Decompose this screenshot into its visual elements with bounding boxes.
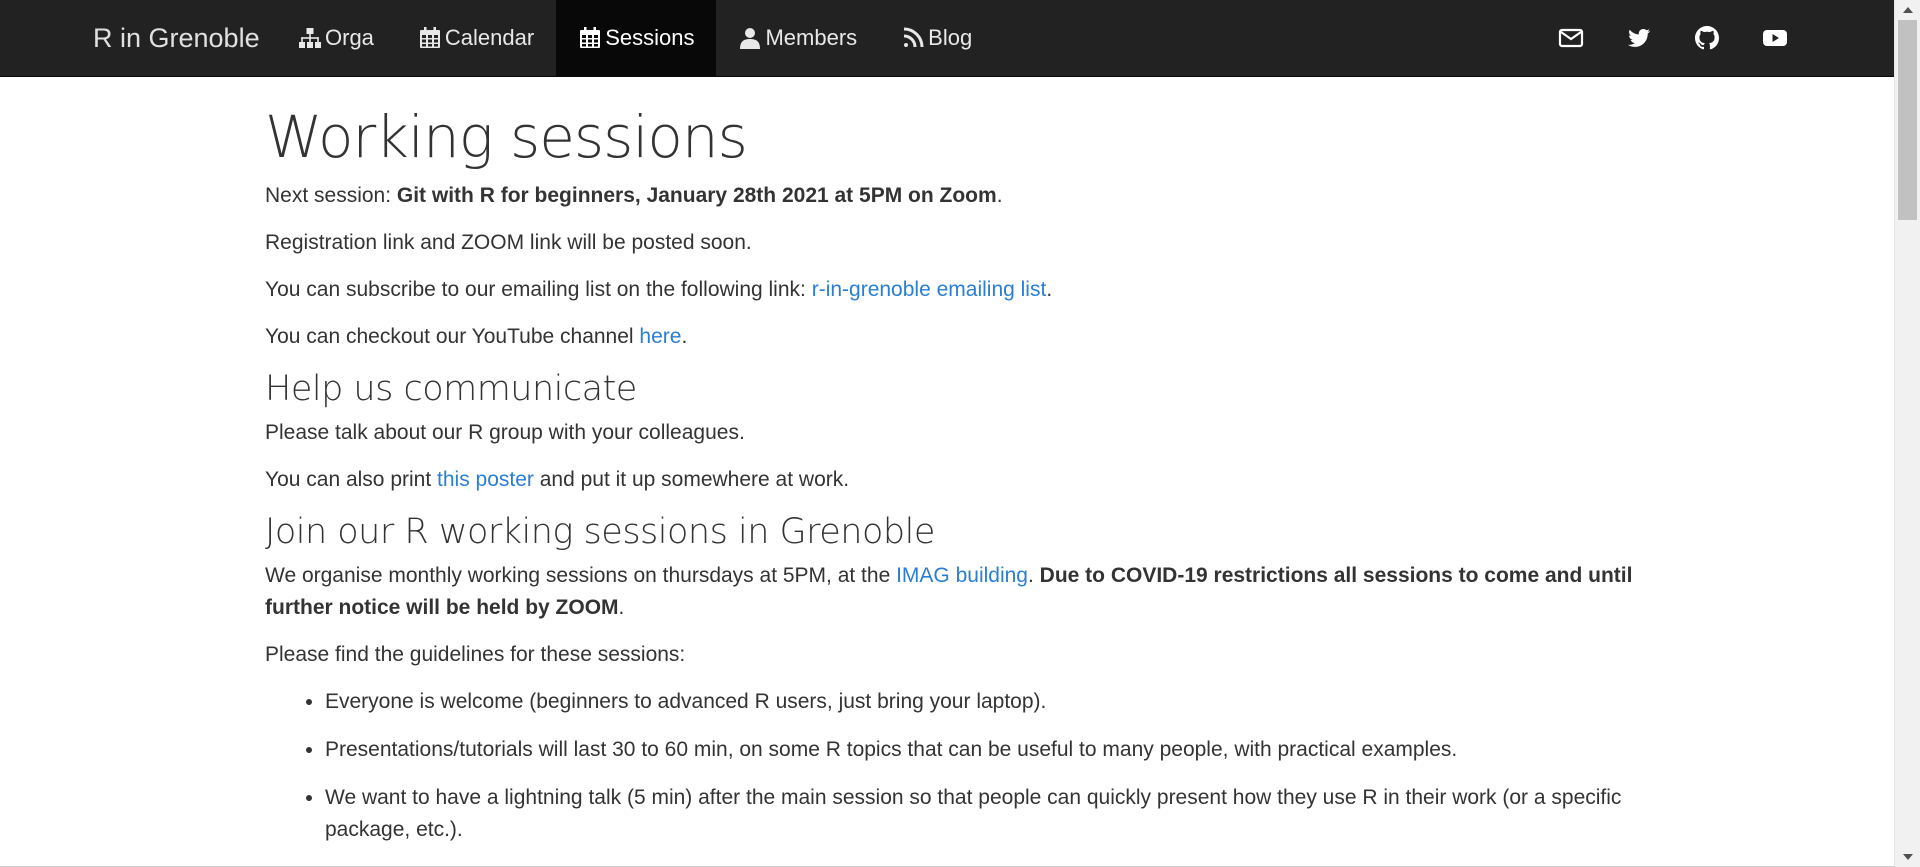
section-heading-communicate: Help us communicate xyxy=(265,369,637,409)
join-paragraph: We organise monthly working sessions on … xyxy=(265,560,1635,624)
envelope-icon[interactable] xyxy=(1537,0,1605,76)
section-heading-join: Join our R working sessions in Grenoble xyxy=(265,512,935,552)
list-item: We want to have a lightning talk (5 min)… xyxy=(325,782,1635,846)
youtube-text: You can checkout our YouTube channel xyxy=(265,325,640,348)
communicate-paragraph-1: Please talk about our R group with your … xyxy=(265,421,745,444)
main-nav: Orga Calendar Sessions Members Blog xyxy=(276,0,994,76)
scroll-up-arrow-icon[interactable] xyxy=(1895,0,1920,20)
poster-link[interactable]: this poster xyxy=(437,468,534,491)
list-item: Everyone is welcome (beginners to advanc… xyxy=(325,686,1635,718)
registration-paragraph: Registration link and ZOOM link will be … xyxy=(265,231,752,254)
rss-icon xyxy=(901,26,925,50)
subscribe-text: You can subscribe to our emailing list o… xyxy=(265,278,812,301)
subscribe-suffix: . xyxy=(1046,278,1053,301)
youtube-icon[interactable] xyxy=(1741,0,1809,76)
github-icon[interactable] xyxy=(1673,0,1741,76)
poster-text: You can also print xyxy=(265,468,438,491)
youtube-suffix: . xyxy=(681,325,688,348)
guidelines-list: Everyone is welcome (beginners to advanc… xyxy=(265,686,1635,846)
emailing-list-link[interactable]: r-in-grenoble emailing list xyxy=(812,278,1047,301)
calendar-icon xyxy=(418,26,442,50)
nav-item-blog[interactable]: Blog xyxy=(879,0,994,76)
nav-item-label: Members xyxy=(765,25,858,50)
vertical-scrollbar[interactable] xyxy=(1894,0,1920,867)
nav-item-label: Blog xyxy=(928,25,973,50)
top-navbar: R in Grenoble Orga Calendar Sessions Mem… xyxy=(0,0,1895,77)
nav-item-calendar[interactable]: Calendar xyxy=(396,0,556,76)
youtube-channel-link[interactable]: here xyxy=(639,325,681,348)
poster-suffix: and put it up somewhere at work. xyxy=(533,468,850,491)
page-title: Working sessions xyxy=(265,103,748,171)
main-content: Working sessions Next session: Git with … xyxy=(265,76,1635,862)
social-links xyxy=(1537,0,1809,76)
twitter-icon[interactable] xyxy=(1605,0,1673,76)
nav-item-label: Orga xyxy=(325,25,374,50)
next-session-suffix: . xyxy=(996,184,1003,207)
nav-item-members[interactable]: Members xyxy=(716,0,879,76)
next-session-prefix: Next session: xyxy=(265,184,397,207)
youtube-paragraph: You can checkout our YouTube channel her… xyxy=(265,321,1635,353)
nav-item-label: Calendar xyxy=(444,25,535,50)
subscribe-paragraph: You can subscribe to our emailing list o… xyxy=(265,274,1635,306)
list-item: Presentations/tutorials will last 30 to … xyxy=(325,734,1635,766)
scrollbar-thumb[interactable] xyxy=(1898,20,1917,220)
sitemap-icon xyxy=(298,26,322,50)
calendar-icon xyxy=(578,26,602,50)
join-suffix: . xyxy=(618,596,625,619)
imag-building-link[interactable]: IMAG building xyxy=(896,564,1028,587)
user-icon xyxy=(738,26,762,50)
communicate-paragraph-2: You can also print this poster and put i… xyxy=(265,464,1635,496)
nav-item-label: Sessions xyxy=(605,25,695,50)
nav-item-orga[interactable]: Orga xyxy=(276,0,396,76)
join-text: We organise monthly working sessions on … xyxy=(265,564,897,587)
nav-item-sessions[interactable]: Sessions xyxy=(556,0,717,76)
next-session-details: Git with R for beginners, January 28th 2… xyxy=(396,184,997,207)
guidelines-intro: Please find the guidelines for these ses… xyxy=(265,643,686,666)
next-session-paragraph: Next session: Git with R for beginners, … xyxy=(265,180,1635,212)
scroll-down-arrow-icon[interactable] xyxy=(1895,847,1920,867)
brand-link[interactable]: R in Grenoble xyxy=(93,18,260,58)
join-mid: . xyxy=(1028,564,1040,587)
